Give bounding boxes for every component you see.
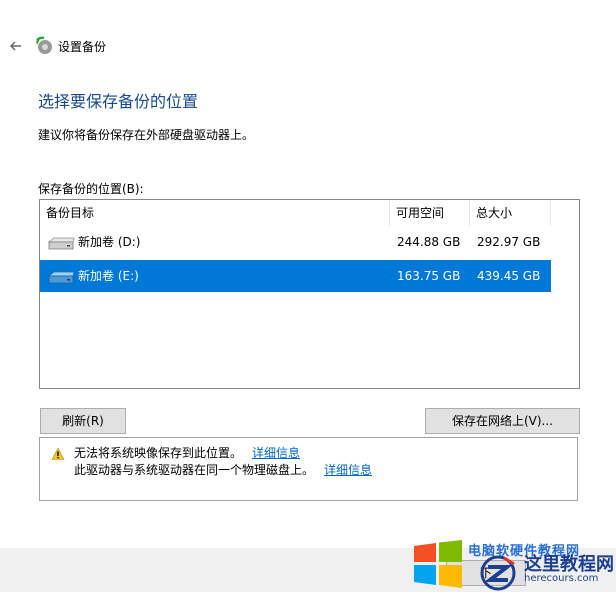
save-on-network-button[interactable]: 保存在网络上(V)... xyxy=(425,408,580,434)
column-header-free-space[interactable]: 可用空间 xyxy=(390,200,470,226)
watermark-url: herecours.com xyxy=(524,573,599,584)
back-arrow-icon[interactable] xyxy=(6,36,26,56)
drive-total-size: 292.97 GB xyxy=(477,235,541,249)
list-item[interactable]: 新加卷 (D:) 244.88 GB 292.97 GB xyxy=(40,226,551,258)
warning-text-1: 无法将系统映像保存到此位置。 xyxy=(74,446,243,460)
drive-total-size: 439.45 GB xyxy=(477,269,541,283)
refresh-button[interactable]: 刷新(R) xyxy=(40,408,126,434)
watermark-logo-icon xyxy=(480,555,516,591)
backup-app-icon xyxy=(36,36,52,54)
backup-target-list[interactable]: 备份目标 可用空间 总大小 新加卷 (D:) 244.88 GB 292.97 … xyxy=(39,199,580,389)
warning-line-2: 此驱动器与系统驱动器在同一个物理磁盘上。 详细信息 xyxy=(74,461,372,478)
list-item-selected[interactable]: 新加卷 (E:) 163.75 GB 439.45 GB xyxy=(40,260,551,292)
window-title: 设置备份 xyxy=(58,40,107,54)
title-bar: 设置备份 xyxy=(0,0,616,92)
backup-location-label: 保存备份的位置(B): xyxy=(38,182,144,196)
drive-icon xyxy=(47,237,75,250)
drive-free-space: 244.88 GB xyxy=(397,235,461,249)
page-heading: 选择要保存备份的位置 xyxy=(38,92,199,111)
watermark: 电脑软硬件教程网 这里教程网 herecours.com xyxy=(408,540,616,592)
column-header-target[interactable]: 备份目标 xyxy=(40,200,390,226)
drive-name: 新加卷 (D:) xyxy=(78,235,141,249)
list-header: 备份目标 可用空间 总大小 xyxy=(40,200,552,226)
warning-icon xyxy=(51,447,65,460)
warning-line-1: 无法将系统映像保存到此位置。 详细信息 xyxy=(74,444,300,461)
warning-panel: 无法将系统映像保存到此位置。 详细信息 此驱动器与系统驱动器在同一个物理磁盘上。详… xyxy=(39,437,578,501)
drive-name: 新加卷 (E:) xyxy=(78,269,139,283)
details-link-1[interactable]: 详细信息 xyxy=(252,446,300,460)
warning-text-2: 此驱动器与系统驱动器在同一个物理磁盘上。 xyxy=(74,463,315,477)
drive-icon xyxy=(47,271,75,284)
details-link-2[interactable]: 详细信息 xyxy=(324,463,372,477)
page-description: 建议你将备份保存在外部硬盘驱动器上。 xyxy=(38,128,255,142)
drive-free-space: 163.75 GB xyxy=(397,269,461,283)
windows-logo-icon xyxy=(414,540,462,588)
column-header-total-size[interactable]: 总大小 xyxy=(470,200,551,226)
